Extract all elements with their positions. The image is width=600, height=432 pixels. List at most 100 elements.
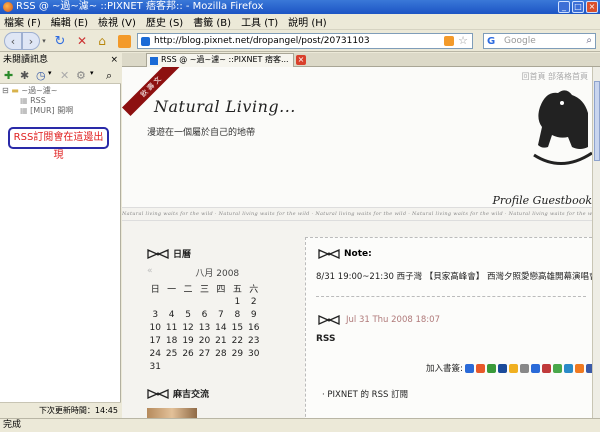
calendar-day: 7: [218, 309, 224, 320]
calendar-day: 19: [182, 335, 194, 346]
folder-icon: ▬: [11, 86, 19, 95]
calendar-day: 14: [215, 322, 227, 333]
tree-item-mur[interactable]: ▦ [MUR] 開啊: [2, 106, 73, 116]
scrollbar-thumb[interactable]: [594, 81, 600, 161]
window-controls: _ □ ×: [558, 1, 598, 13]
stop-button[interactable]: ✕: [74, 32, 90, 50]
refresh-feeds-icon[interactable]: ◷: [36, 69, 46, 82]
feed-item-icon: ▦: [20, 106, 28, 115]
url-bar[interactable]: http://blog.pixnet.net/dropangel/post/20…: [137, 33, 473, 49]
sidebar-search-icon[interactable]: ⌕: [106, 69, 112, 83]
bookmark-service-icon[interactable]: [563, 363, 573, 373]
search-icon[interactable]: ⌕: [586, 34, 592, 48]
maximize-button[interactable]: □: [572, 1, 584, 13]
rss-sidebar: 未閱讀訊息 × ✚ ✱ ◷ ▾ ✕ ⚙ ▾ ⌕ ⊟ ▬ ~過~濾~ ▦ RSS …: [0, 53, 121, 418]
calendar-day: 3: [152, 309, 159, 320]
sidebar-footer: 下次更新時間：14:45: [0, 402, 121, 418]
menu-view[interactable]: 檢視 (V): [98, 14, 136, 29]
calendar-day: 9: [250, 309, 257, 320]
calendar-day: 25: [165, 348, 178, 359]
feed-icon[interactable]: [444, 36, 454, 46]
home-icon: ⌂: [98, 34, 106, 48]
calendar-day: 15: [231, 322, 244, 333]
history-dropdown-button[interactable]: ▾: [40, 32, 48, 50]
calendar-day: [229, 360, 245, 373]
add-feed-icon[interactable]: ✚: [4, 69, 13, 82]
calendar-day: 17: [149, 335, 161, 346]
delete-icon[interactable]: ✕: [60, 69, 69, 82]
back-button[interactable]: ‹: [4, 32, 22, 50]
calendar-prev-link[interactable]: «: [147, 266, 153, 276]
calendar-day: 12: [182, 322, 194, 333]
friends-banner-image[interactable]: [147, 408, 197, 418]
bookmark-service-icon[interactable]: [486, 363, 496, 373]
menu-help[interactable]: 說明 (H): [288, 14, 327, 29]
bow-icon: [147, 388, 169, 399]
add-bookmark-label: 加入書簽:: [426, 364, 463, 374]
menu-file[interactable]: 檔案 (F): [4, 14, 41, 29]
rss-subscribe-link[interactable]: · PIXNET 的 RSS 訂閱: [322, 388, 408, 400]
calendar-day: [180, 360, 196, 373]
tab-close-button[interactable]: ×: [296, 55, 306, 65]
tree-item-rss[interactable]: ▦ RSS: [2, 96, 73, 106]
search-box[interactable]: G Google ⌕: [483, 33, 596, 49]
calendar-day: 11: [165, 322, 178, 333]
weekday-label: 日: [150, 284, 160, 295]
bookmark-service-icon[interactable]: [475, 363, 485, 373]
calendar-day: 5: [185, 309, 191, 320]
calendar-day: [180, 295, 196, 308]
bookmark-service-icon[interactable]: [508, 363, 518, 373]
bow-icon: [318, 314, 340, 326]
sidebar-close-icon[interactable]: ×: [110, 53, 118, 67]
weekday-label: 六: [249, 284, 259, 295]
options-icon[interactable]: ⚙: [76, 69, 86, 82]
post-title[interactable]: RSS: [316, 334, 336, 344]
bookmark-service-icon[interactable]: [464, 363, 474, 373]
search-placeholder: Google: [504, 36, 536, 46]
refresh-dropdown-icon[interactable]: ▾: [48, 69, 52, 77]
options-dropdown-icon[interactable]: ▾: [90, 69, 94, 77]
blog-title[interactable]: Natural Living...: [154, 97, 296, 116]
tree-folder[interactable]: ⊟ ▬ ~過~濾~: [2, 86, 73, 96]
callout-text: RSS訂閱會在這邊出現: [13, 132, 104, 161]
menu-edit[interactable]: 編輯 (E): [51, 14, 88, 29]
minimize-button[interactable]: _: [558, 1, 570, 13]
weekday-label: 三: [199, 284, 209, 295]
close-window-button[interactable]: ×: [586, 1, 598, 13]
menu-history[interactable]: 歷史 (S): [146, 14, 183, 29]
menu-bookmarks[interactable]: 書籤 (B): [193, 14, 231, 29]
calendar-day: 29: [231, 348, 244, 359]
tab-favicon-icon: [150, 57, 158, 65]
bookmark-service-icon[interactable]: [497, 363, 507, 373]
calendar-day: [246, 360, 262, 373]
calendar-grid: 日 一 二 三 四 五 六 12 3456789 10 11 12 13 14 15 16 …: [147, 281, 262, 373]
tab-active[interactable]: RSS @ ~過~濾~ ::PIXNET 痞客...: [146, 53, 294, 67]
forward-button[interactable]: ›: [22, 32, 40, 50]
calendar-day: [163, 295, 179, 308]
menu-tools[interactable]: 工具 (T): [241, 14, 278, 29]
bookmark-service-icon[interactable]: [574, 363, 584, 373]
tools-icon[interactable]: ✱: [20, 69, 29, 82]
vertical-scrollbar[interactable]: [592, 67, 600, 418]
bookmark-star-icon[interactable]: ☆: [458, 34, 468, 48]
left-column: 日曆 « 八月 2008 日 一 二 三 四 五 六 12 3456789 10…: [147, 247, 282, 418]
calendar-day: 10: [149, 322, 161, 333]
bookmark-service-icon[interactable]: [541, 363, 551, 373]
weekday-label: 四: [216, 284, 226, 295]
note-text: 8/31 19:00~21:30 西子灣 【貝家高峰會】 西灣夕照愛戀高雄開幕演…: [316, 272, 592, 282]
calendar-day: 4: [168, 309, 175, 320]
feed-tree: ⊟ ▬ ~過~濾~ ▦ RSS ▦ [MUR] 開啊: [2, 86, 73, 116]
tab-label: RSS @ ~過~濾~ ::PIXNET 痞客...: [161, 55, 289, 64]
bookmark-service-icon[interactable]: [552, 363, 562, 373]
rss-toolbar-button[interactable]: [116, 32, 132, 50]
calendar-day: [163, 360, 179, 373]
note-heading: Note:: [318, 248, 372, 260]
bookmark-service-icon[interactable]: [519, 363, 529, 373]
calendar-day: [147, 295, 163, 308]
calendar-day: 6: [201, 309, 208, 320]
reload-button[interactable]: ↻: [52, 32, 68, 50]
home-button[interactable]: ⌂: [94, 32, 110, 50]
rocking-horse-image: [533, 90, 592, 165]
bookmark-service-icon[interactable]: [530, 363, 540, 373]
profile-guestbook-links[interactable]: Profile Guestbook: [492, 194, 592, 207]
